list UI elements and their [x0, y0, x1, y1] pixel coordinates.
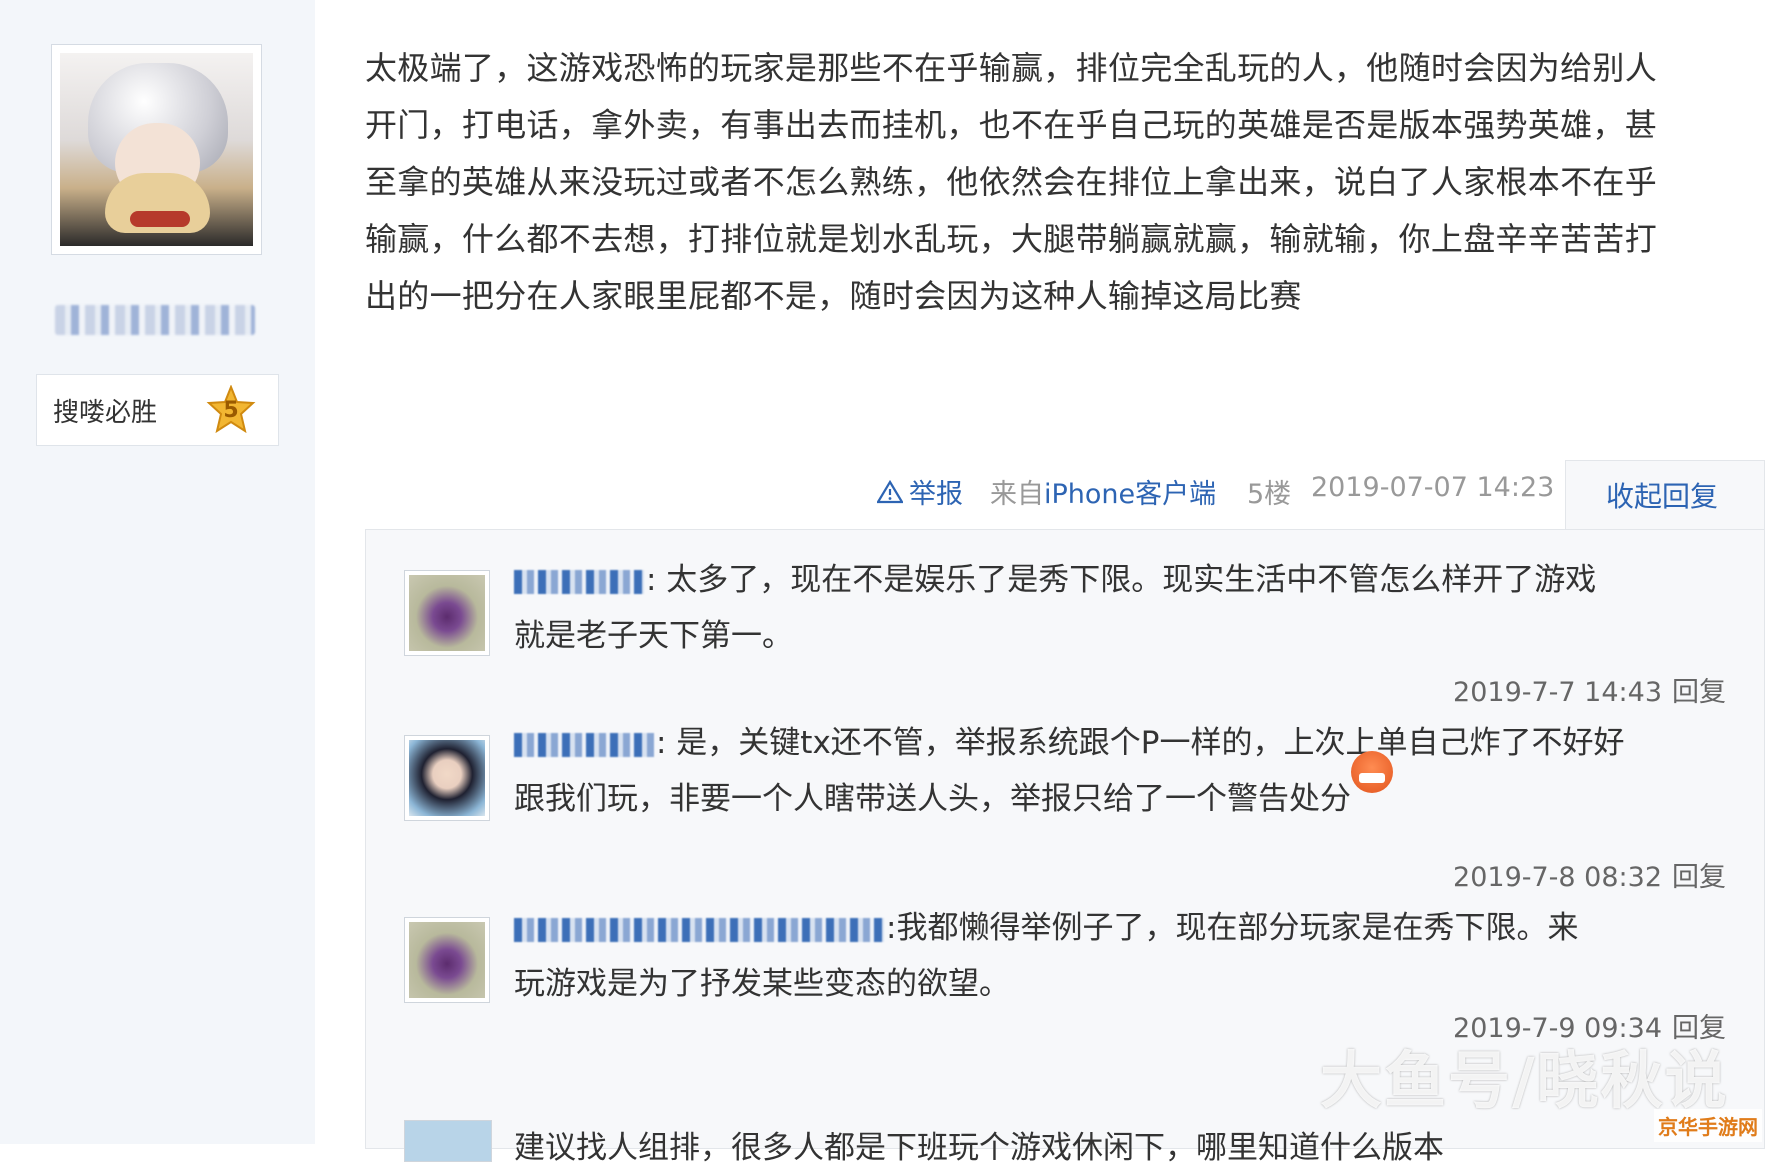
post-line: 输赢，什么都不去想，打排位就是划水乱玩，大腿带躺赢就赢，输就输，你上盘辛辛苦苦打 [365, 220, 1658, 258]
badge-level: 5 [223, 397, 239, 423]
reply-text: :我都懒得举例子了，现在部分玩家是在秀下限。来 [886, 910, 1579, 946]
reply-avatar[interactable] [404, 917, 490, 1003]
reply-text: 建议找人组排，很多人都是下班玩个游戏休闲下，哪里知道什么版本 [514, 1130, 1444, 1166]
post-content: 太极端了，这游戏恐怖的玩家是那些不在乎输赢，排位完全乱玩的人，他随时会因为给别人… [365, 40, 1735, 325]
reply-body: :我都懒得举例子了，现在部分玩家是在秀下限。来 玩游戏是为了抒发某些变态的欲望。 [514, 900, 1714, 1012]
reply-body: : 是，关键tx还不管，举报系统跟个P一样的，上次上单自己炸了不好好 跟我们玩，… [514, 715, 1714, 827]
post-line: 太极端了，这游戏恐怖的玩家是那些不在乎输赢，排位完全乱玩的人，他随时会因为给别人 [365, 49, 1658, 87]
source-device-link[interactable]: iPhone客户端 [1044, 479, 1216, 510]
reply-text: : 太多了，现在不是娱乐了是秀下限。现实生活中不管怎么样开了游戏 [646, 562, 1597, 598]
reply-avatar[interactable] [404, 735, 490, 821]
reply-time: 2019-7-7 14:43 回复 [1453, 670, 1726, 709]
collapse-replies-tab[interactable]: 收起回复 [1565, 460, 1765, 530]
report-label: 举报 [909, 479, 963, 510]
reply-item-partial: 建议找人组排，很多人都是下班玩个游戏休闲下，哪里知道什么版本 [366, 1120, 1764, 1166]
level-badge[interactable]: 搜喽必胜 5 [36, 374, 279, 446]
reply-text: 玩游戏是为了抒发某些变态的欲望。 [514, 966, 1010, 1002]
reply-body: : 太多了，现在不是娱乐了是秀下限。现实生活中不管怎么样开了游戏 就是老子天下第… [514, 552, 1714, 664]
star-level-icon: 5 [206, 385, 256, 435]
reply-avatar[interactable] [404, 1120, 492, 1162]
anime-avatar-icon [60, 53, 253, 246]
dragon-avatar-icon [409, 575, 485, 651]
reply-avatar[interactable] [404, 570, 490, 656]
watermark-text: 大鱼号/晓秋说 [1320, 1044, 1729, 1117]
reply-username-blurred[interactable] [514, 569, 644, 594]
collapse-replies-label: 收起回复 [1606, 480, 1719, 513]
post-line: 开门，打电话，拿外卖，有事出去而挂机，也不在乎自己玩的英雄是否是版本强势英雄，甚 [365, 106, 1658, 144]
source-prefix: 来自 [990, 479, 1044, 510]
post-line: 至拿的英雄从来没玩过或者不怎么熟练，他依然会在排位上拿出来，说白了人家根本不在乎 [365, 163, 1658, 201]
reply-username-blurred[interactable] [514, 917, 884, 942]
post-text: 太极端了，这游戏恐怖的玩家是那些不在乎输赢，排位完全乱玩的人，他随时会因为给别人… [365, 40, 1735, 325]
floor-number: 5楼 [1247, 479, 1292, 510]
post-line: 出的一把分在人家眼里屁都不是，随时会因为这种人输掉这局比赛 [365, 277, 1302, 315]
angry-face-icon [1351, 751, 1393, 793]
author-name-blurred[interactable] [55, 305, 255, 335]
author-avatar[interactable] [51, 44, 262, 255]
reply-text: 就是老子天下第一。 [514, 618, 793, 654]
reply-button[interactable]: 回复 [1672, 677, 1726, 708]
post-meta: 举报 来自iPhone客户端 5楼 2019-07-07 14:23 收起回复 [365, 460, 1765, 530]
post-source: 来自iPhone客户端 [990, 472, 1216, 511]
author-sidebar: 搜喽必胜 5 [0, 0, 315, 1144]
dragon-avatar-icon [409, 922, 485, 998]
site-logo: 京华手游网 [1654, 1109, 1762, 1142]
reply-time: 2019-7-8 08:32 回复 [1453, 855, 1726, 894]
girl-avatar-icon [409, 740, 485, 816]
post-date: 2019-07-07 14:23 [1311, 472, 1555, 503]
warning-icon [877, 479, 903, 503]
reply-text: : 是，关键tx还不管，举报系统跟个P一样的，上次上单自己炸了不好好 [656, 725, 1625, 761]
reply-button[interactable]: 回复 [1672, 862, 1726, 893]
reply-text: 跟我们玩，非要一个人瞎带送人头，举报只给了一个警告处分 [514, 781, 1351, 817]
badge-label: 搜喽必胜 [53, 397, 158, 428]
reply-timestamp: 2019-7-8 08:32 [1453, 862, 1662, 893]
reply-username-blurred[interactable] [514, 732, 654, 757]
reply-timestamp: 2019-7-7 14:43 [1453, 677, 1662, 708]
report-link[interactable]: 举报 [877, 472, 963, 511]
